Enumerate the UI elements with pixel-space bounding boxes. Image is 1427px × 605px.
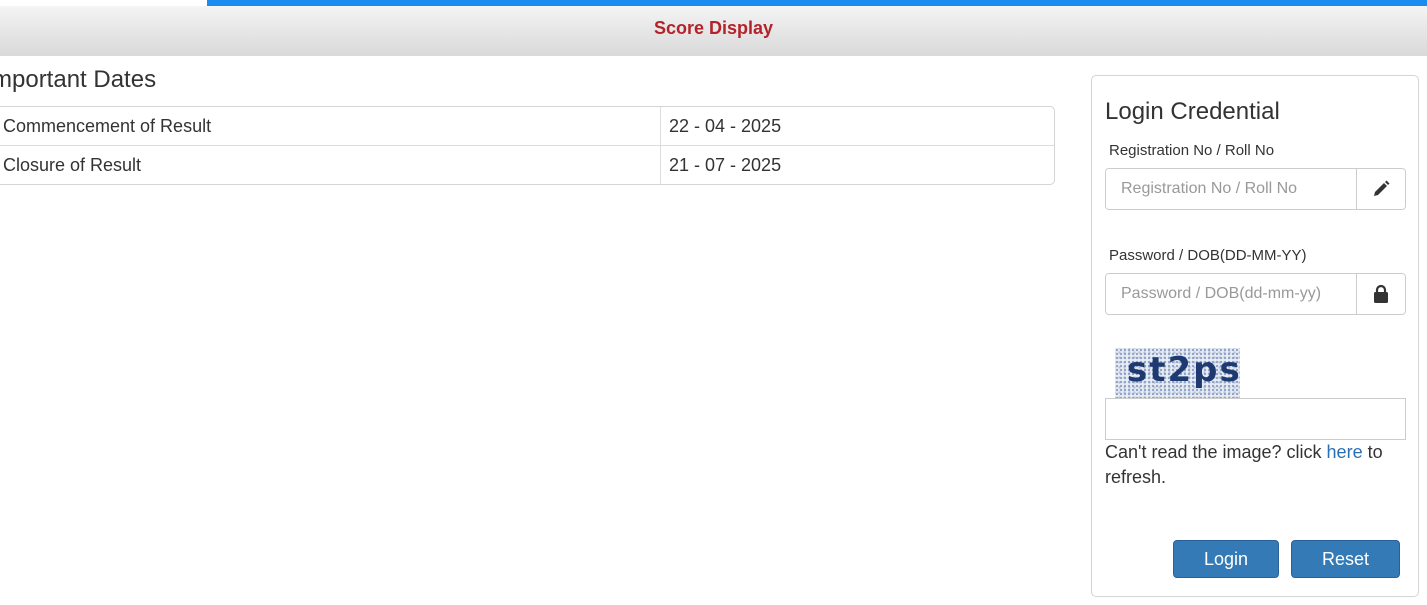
captcha-help-prefix: Can't read the image? click	[1105, 442, 1327, 462]
table-row: Commencement of Result 22 - 04 - 2025	[0, 107, 1054, 145]
login-panel: Login Credential Registration No / Roll …	[1091, 75, 1419, 597]
date-label: Commencement of Result	[0, 107, 661, 145]
captcha-text: st2ps	[1127, 350, 1240, 390]
password-input[interactable]	[1106, 274, 1356, 314]
captcha-refresh-link[interactable]: here	[1327, 442, 1363, 462]
registration-input-group	[1105, 168, 1406, 210]
password-input-group	[1105, 273, 1406, 315]
registration-input[interactable]	[1106, 169, 1356, 209]
table-row: Closure of Result 21 - 07 - 2025	[0, 145, 1054, 184]
important-dates-heading: mportant Dates	[0, 66, 157, 93]
page-title: Score Display	[653, 18, 774, 38]
reset-button[interactable]: Reset	[1291, 540, 1400, 578]
pencil-icon	[1356, 169, 1405, 209]
important-dates-table: Commencement of Result 22 - 04 - 2025 Cl…	[0, 106, 1055, 185]
captcha-help-text: Can't read the image? click here to refr…	[1105, 440, 1405, 490]
login-button[interactable]: Login	[1173, 540, 1279, 578]
page-header: Score Display	[0, 6, 1427, 56]
date-value: 22 - 04 - 2025	[669, 116, 782, 136]
captcha-image: st2ps	[1115, 348, 1240, 398]
captcha-input[interactable]	[1105, 398, 1406, 440]
login-title: Login Credential	[1105, 98, 1280, 125]
lock-icon	[1356, 274, 1405, 314]
date-value: 21 - 07 - 2025	[669, 155, 782, 175]
password-label: Password / DOB(DD-MM-YY)	[1109, 247, 1307, 264]
registration-label: Registration No / Roll No	[1109, 142, 1275, 159]
date-label: Closure of Result	[0, 146, 661, 184]
